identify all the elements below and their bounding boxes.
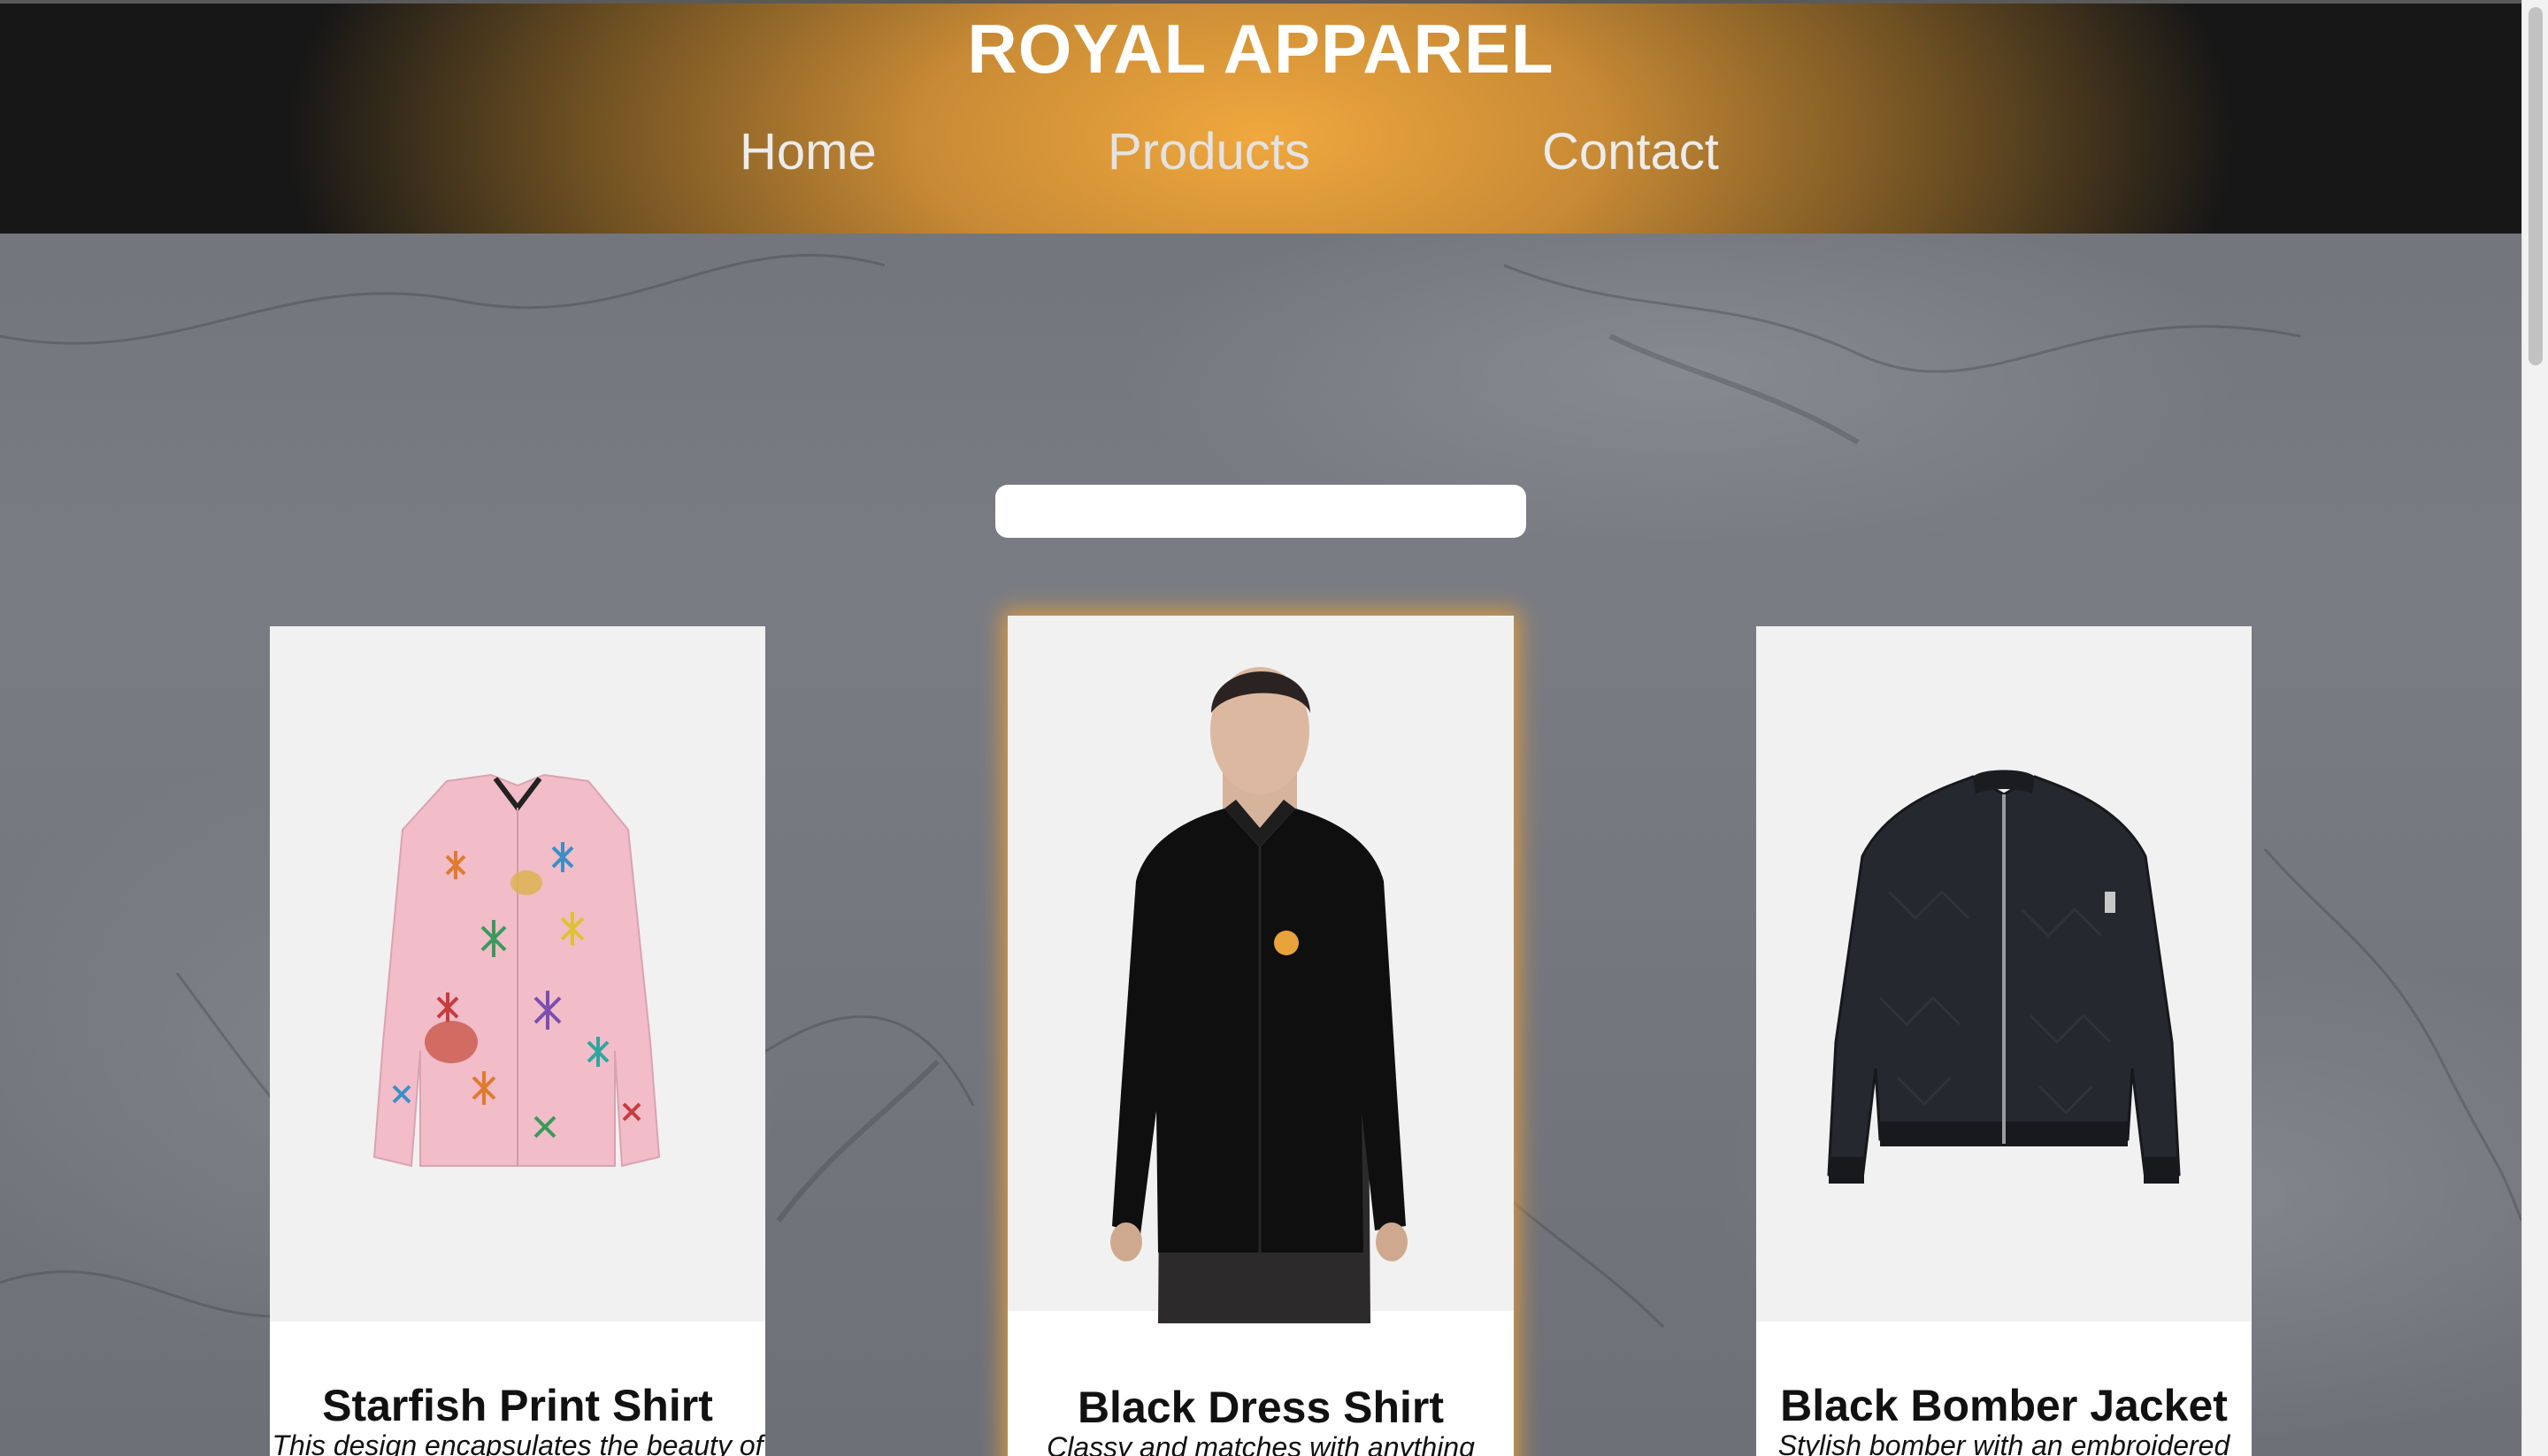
brand-title: ROYAL APPAREL	[967, 10, 1554, 88]
product-description: Classy and matches with anything	[1047, 1431, 1475, 1456]
product-description: Stylish bomber with an embroidered	[1777, 1429, 2230, 1456]
product-card-black-bomber-jacket[interactable]: Black Bomber Jacket Stylish bomber with …	[1756, 626, 2252, 1456]
page-scrollbar[interactable]	[2521, 0, 2548, 1456]
site-header: ROYAL APPAREL Home Products Contact	[0, 0, 2521, 234]
search-input[interactable]	[995, 485, 1526, 538]
scrollbar-thumb[interactable]	[2529, 7, 2543, 365]
product-image-starfish-shirt	[270, 626, 765, 1322]
product-image-black-dress-shirt	[1008, 616, 1514, 1323]
product-name: Starfish Print Shirt	[322, 1381, 713, 1430]
nav-contact[interactable]: Contact	[1542, 122, 1719, 181]
product-card-black-dress-shirt[interactable]: Black Dress Shirt Classy and matches wit…	[1008, 616, 1514, 1456]
product-name: Black Bomber Jacket	[1780, 1381, 2228, 1430]
product-card-starfish-shirt[interactable]: Starfish Print Shirt This design encapsu…	[270, 626, 765, 1456]
product-description: This design encapsulates the beauty of	[272, 1429, 764, 1456]
product-image-black-bomber-jacket	[1756, 626, 2252, 1322]
product-name: Black Dress Shirt	[1077, 1383, 1445, 1432]
nav-home[interactable]: Home	[740, 122, 877, 181]
nav-products[interactable]: Products	[1108, 122, 1310, 181]
